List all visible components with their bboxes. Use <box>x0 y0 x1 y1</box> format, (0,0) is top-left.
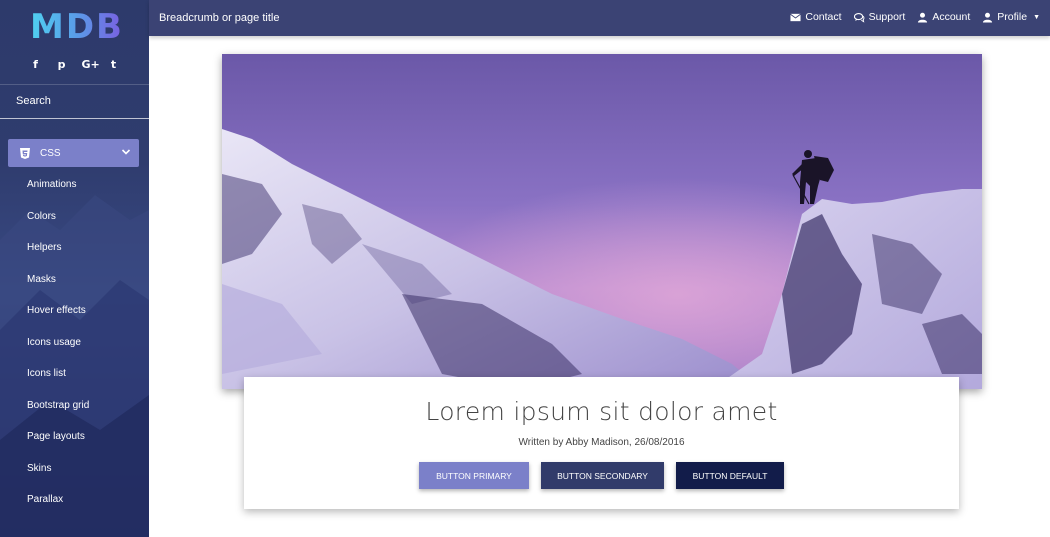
sidebar-item-colors[interactable]: Colors <box>27 210 89 242</box>
search-underline <box>0 118 149 119</box>
caret-down-icon: ▼ <box>1033 13 1040 21</box>
sidebar: MDB f p G+ t Search CSS Animations Color… <box>0 0 149 537</box>
mdb-logo[interactable]: MDB <box>30 6 120 44</box>
sidebar-item-css[interactable]: CSS <box>8 139 139 167</box>
top-navbar: Breadcrumb or page title Contact Support… <box>149 0 1050 36</box>
nav-link-profile-label: Profile <box>997 11 1028 23</box>
sidebar-item-helpers[interactable]: Helpers <box>27 241 89 273</box>
mountain-hiker-photo <box>222 54 982 389</box>
twitter-icon[interactable]: t <box>108 58 120 71</box>
nav-link-support-label: Support <box>868 11 906 23</box>
button-secondary[interactable]: BUTTON SECONDARY <box>541 462 664 489</box>
sidebar-submenu: Animations Colors Helpers Masks Hover ef… <box>27 178 89 525</box>
sidebar-item-parallax[interactable]: Parallax <box>27 493 89 525</box>
user-icon <box>918 12 928 23</box>
sidebar-item-icons-list[interactable]: Icons list <box>27 367 89 399</box>
sidebar-item-page-layouts[interactable]: Page layouts <box>27 430 89 462</box>
user-icon <box>983 12 993 23</box>
search-input[interactable]: Search <box>16 95 51 107</box>
css3-icon <box>20 147 30 159</box>
chevron-down-icon <box>121 149 131 155</box>
sidebar-item-bootstrap-grid[interactable]: Bootstrap grid <box>27 399 89 431</box>
envelope-icon <box>790 13 802 21</box>
button-primary[interactable]: BUTTON PRIMARY <box>419 462 529 489</box>
button-default[interactable]: BUTTON DEFAULT <box>676 462 784 489</box>
comments-icon <box>853 12 864 23</box>
nav-link-account-label: Account <box>932 11 971 23</box>
nav-link-contact-label: Contact <box>805 11 842 23</box>
nav-link-account[interactable]: Account <box>917 11 970 23</box>
hero-image <box>222 54 982 389</box>
sidebar-item-hover-effects[interactable]: Hover effects <box>27 304 89 336</box>
nav-link-profile[interactable]: Profile ▼ <box>982 11 1040 23</box>
sidebar-item-masks[interactable]: Masks <box>27 273 89 305</box>
navbar-links: Contact Support Account Profile ▼ <box>790 11 1040 23</box>
nav-link-contact[interactable]: Contact <box>790 11 842 23</box>
sidebar-item-icons-usage[interactable]: Icons usage <box>27 336 89 368</box>
facebook-icon[interactable]: f <box>30 58 42 71</box>
card-button-row: BUTTON PRIMARY BUTTON SECONDARY BUTTON D… <box>244 462 959 489</box>
breadcrumb: Breadcrumb or page title <box>159 12 280 24</box>
sidebar-item-skins[interactable]: Skins <box>27 462 89 494</box>
social-links: f p G+ t <box>0 58 149 71</box>
sidebar-item-css-label: CSS <box>40 147 61 159</box>
nav-link-support[interactable]: Support <box>853 11 906 23</box>
google-plus-icon[interactable]: G+ <box>82 58 100 71</box>
card-title: Lorem ipsum sit dolor amet <box>425 397 778 426</box>
content-card: Lorem ipsum sit dolor amet Written by Ab… <box>244 377 959 509</box>
svg-text:MDB: MDB <box>30 7 120 44</box>
pinterest-icon[interactable]: p <box>56 58 68 71</box>
sidebar-divider <box>0 84 149 85</box>
card-byline: Written by Abby Madison, 26/08/2016 <box>518 437 685 448</box>
sidebar-item-animations[interactable]: Animations <box>27 178 89 210</box>
